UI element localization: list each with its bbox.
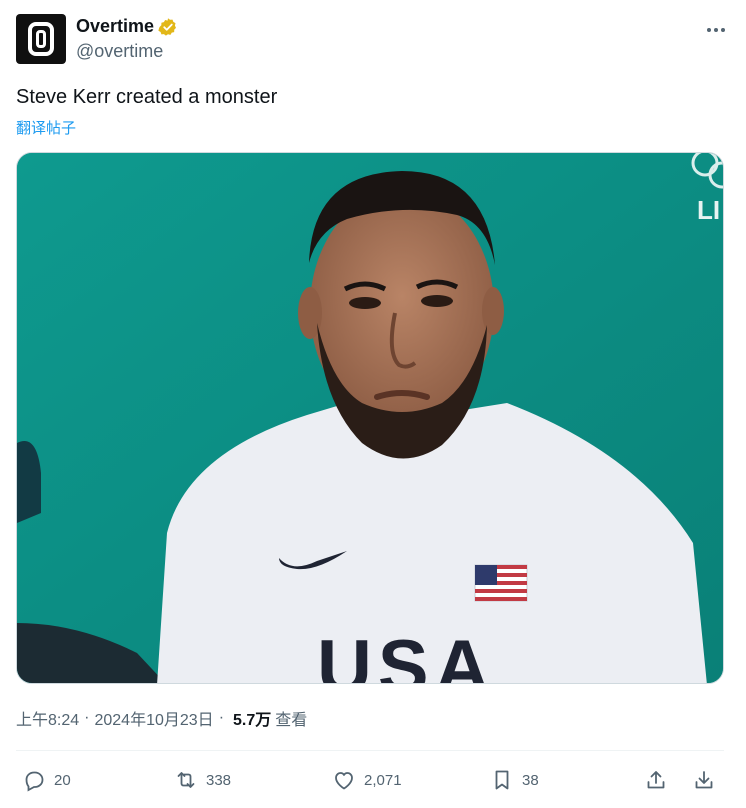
like-button[interactable]: 2,071 — [332, 762, 402, 798]
tweet-meta: 上午8:24 · 2024年10月23日 · 5.7万 查看 — [16, 706, 307, 730]
bookmark-button[interactable]: 38 — [490, 762, 539, 798]
bookmark-count: 38 — [522, 771, 539, 789]
shirt-usa-text: USA — [317, 625, 495, 684]
views-label: 查看 — [275, 712, 308, 729]
name-row: Overtime — [76, 16, 178, 37]
verified-badge-icon — [158, 17, 177, 36]
download-button[interactable] — [692, 762, 716, 798]
repost-icon — [177, 772, 195, 788]
tweet-header: Overtime @overtime — [16, 14, 730, 66]
repost-count: 338 — [206, 771, 232, 789]
repost-button[interactable]: 338 — [174, 762, 231, 798]
heart-icon — [335, 772, 353, 790]
meta-separator: · — [84, 709, 90, 726]
author-display-name[interactable]: Overtime — [76, 16, 154, 37]
more-options-icon[interactable] — [702, 20, 730, 40]
reply-button[interactable]: 20 — [22, 762, 71, 798]
tweet-media-image[interactable]: LI USA — [16, 152, 724, 684]
overtime-logo-icon — [28, 22, 54, 56]
tweet-date[interactable]: 2024年10月23日 — [94, 706, 213, 730]
author-handle[interactable]: @overtime — [76, 41, 163, 62]
us-flag-icon — [474, 564, 528, 602]
download-icon — [695, 771, 713, 789]
player-photo: LI USA — [17, 153, 723, 684]
corner-text: LI — [697, 195, 720, 225]
views-count: 5.7万 — [233, 712, 272, 729]
like-count: 2,071 — [364, 771, 402, 789]
bookmark-icon — [495, 770, 509, 790]
meta-separator-2: · — [218, 709, 225, 726]
tweet-actions-bar: 20 338 2,071 38 — [16, 762, 724, 798]
share-button[interactable] — [644, 762, 668, 798]
tweet-time[interactable]: 上午8:24 — [16, 706, 79, 730]
share-icon — [647, 771, 665, 789]
avatar[interactable] — [16, 14, 66, 64]
reply-icon — [25, 771, 44, 792]
reply-count: 20 — [54, 771, 71, 789]
divider — [16, 750, 724, 751]
tweet-text: Steve Kerr created a monster — [16, 86, 278, 108]
translate-post-link[interactable]: 翻译帖子 — [16, 117, 76, 138]
